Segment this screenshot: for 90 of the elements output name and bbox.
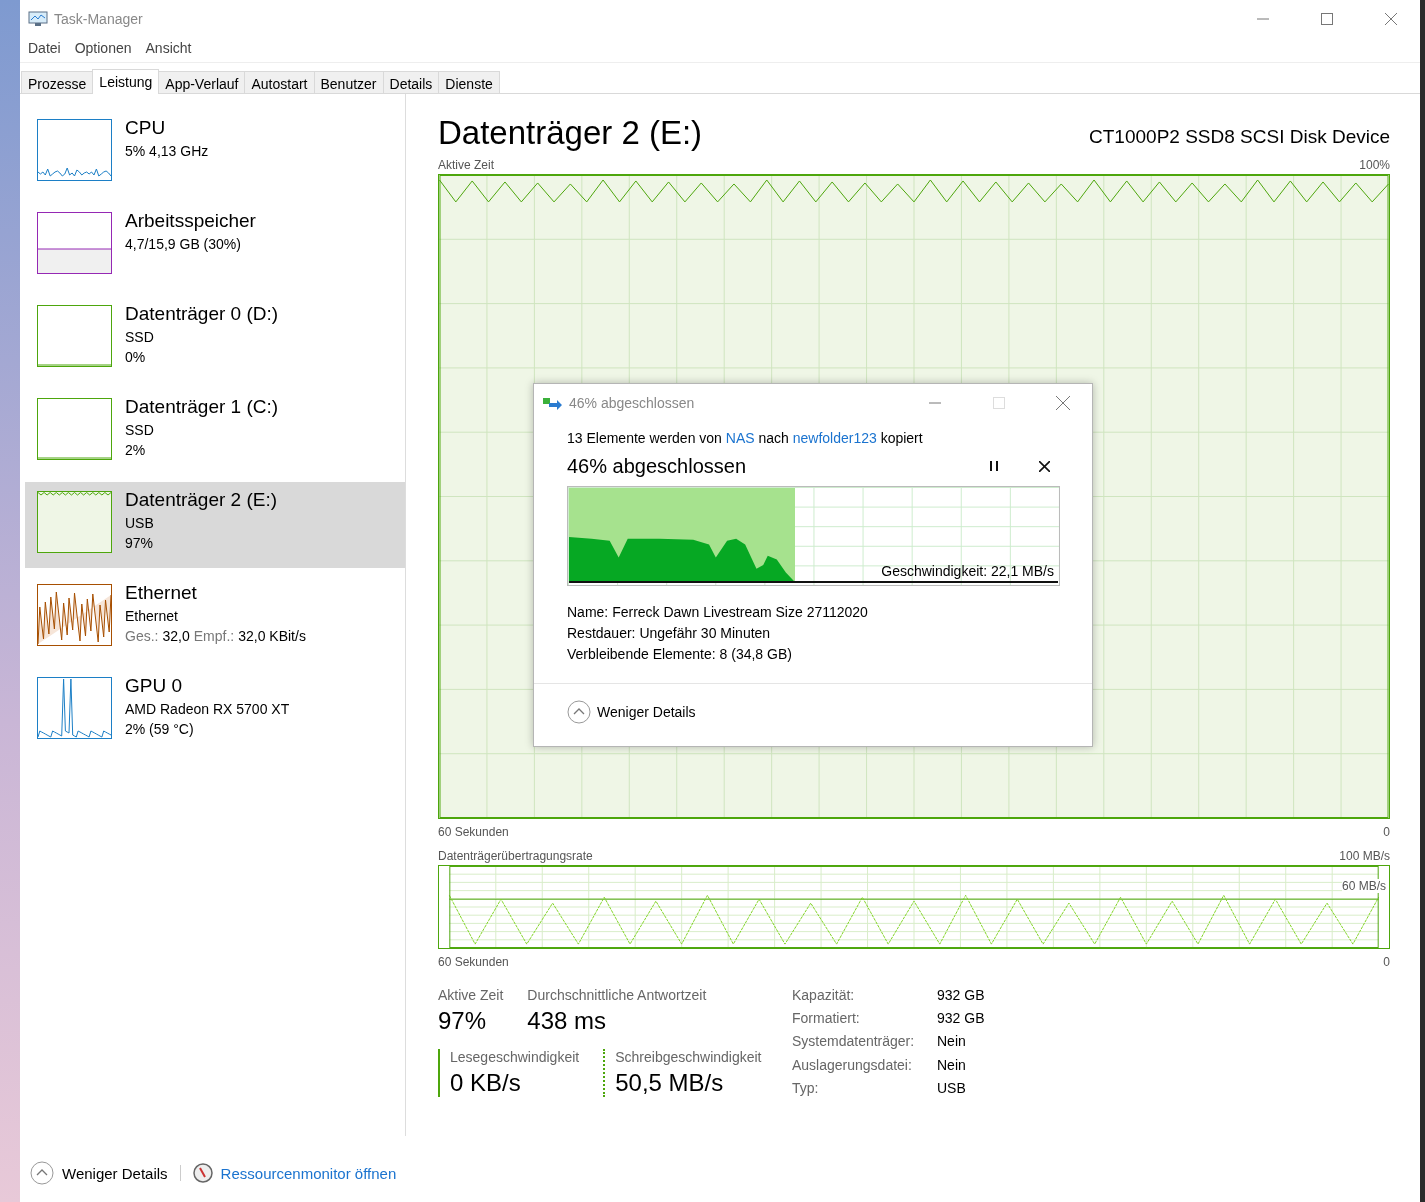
stat-label: Lesegeschwindigkeit (450, 1049, 580, 1065)
property-label: Kapazität: (792, 987, 856, 1005)
resource-value: 0% (125, 348, 146, 367)
resource-value: SSD (125, 328, 154, 347)
sidebar-item[interactable]: Arbeitsspeicher 4,7/15,9 GB (30%) (25, 203, 405, 289)
stat-value: 0 KB/s (450, 1069, 522, 1097)
sidebar-item[interactable]: Datenträger 0 (D:) SSD 0% (25, 296, 405, 382)
property-label: Formatiert: (792, 1010, 861, 1028)
tab[interactable]: Benutzer (313, 71, 384, 93)
disk-title: Datenträger 2 (E:) (438, 114, 703, 152)
stat-value: 97% (438, 1007, 488, 1035)
tab[interactable]: Details (382, 71, 440, 93)
copy-message: 13 Elemente werden von NAS nach newfolder123 kopiert (567, 430, 924, 446)
stat-label: Schreibgeschwindigkeit (615, 1049, 762, 1065)
property-label: Auslagerungsdatei: (792, 1056, 913, 1074)
detail-line: Verbleibende Elemente: 8 (34,8 GB) (567, 645, 793, 664)
tab[interactable]: Prozesse (21, 71, 94, 93)
resource-value: SSD (125, 421, 154, 440)
folder-link[interactable]: NAS (725, 430, 755, 446)
close-icon[interactable] (1038, 460, 1050, 472)
resource-name: GPU 0 (125, 675, 184, 697)
gauge-icon (192, 1163, 213, 1183)
fewer-details-link[interactable]: Weniger Details (62, 1164, 168, 1182)
graph-max-label: 100% (1359, 158, 1390, 174)
tab[interactable]: Leistung (92, 69, 160, 94)
chevron-up-icon[interactable] (567, 699, 591, 724)
resource-name: Ethernet (125, 582, 198, 604)
property-value: USB (937, 1079, 967, 1097)
resource-name: Datenträger 1 (C:) (125, 396, 279, 418)
resource-label: Empf.: (193, 627, 235, 646)
resource-name: Datenträger 2 (E:) (125, 489, 278, 511)
monitor-icon (28, 10, 48, 27)
resource-name: CPU (125, 117, 167, 139)
chevron-up-icon[interactable] (30, 1161, 54, 1185)
graph-max-label: 100 MB/s (1339, 849, 1390, 865)
resource-value: 2% (125, 441, 146, 460)
resource-monitor-link[interactable]: Ressourcenmonitor öffnen (220, 1164, 397, 1182)
stat-label: Aktive Zeit (438, 987, 504, 1003)
dialog-title: 46% abgeschlossen (569, 395, 696, 411)
speed-label: Geschwindigkeit: 22,1 MB/s (881, 563, 1054, 579)
graph-min-label: 0 (1383, 825, 1390, 841)
sidebar-item[interactable]: CPU 5% 4,13 GHz (25, 110, 405, 196)
resource-value: USB (125, 514, 154, 533)
resource-value: 97% (125, 534, 154, 553)
sidebar-item[interactable]: GPU 0 AMD Radeon RX 5700 XT 2% (59 °C) (25, 668, 405, 754)
property-label: Systemdatenträger: (792, 1033, 916, 1051)
stat-value: 50,5 MB/s (615, 1069, 725, 1097)
menu-item[interactable]: Datei (28, 40, 61, 59)
folder-link[interactable]: newfolder123 (792, 430, 877, 446)
property-value: 932 GB (937, 1010, 985, 1028)
resource-value: 5% 4,13 GHz (125, 142, 209, 161)
time-axis-label: 60 Sekunden (438, 825, 509, 841)
tab[interactable]: Autostart (244, 71, 315, 93)
resource-name: Datenträger 0 (D:) (125, 303, 279, 325)
property-value: Nein (937, 1056, 967, 1074)
property-value: Nein (937, 1033, 967, 1051)
sidebar-item[interactable]: Datenträger 1 (C:) SSD 2% (25, 389, 405, 475)
menu-item[interactable]: Ansicht (145, 40, 192, 59)
property-value: 932 GB (937, 987, 985, 1005)
menu-item[interactable]: Optionen (74, 40, 132, 59)
minimize-icon[interactable] (1257, 17, 1269, 20)
device-name: CT1000P2 SSD8 SCSI Disk Device (1089, 126, 1390, 149)
resource-value: 32,0 (162, 627, 190, 646)
sidebar-item[interactable]: Datenträger 2 (E:) USB 97% (25, 482, 405, 568)
maximize-icon[interactable] (1321, 12, 1333, 25)
stat-label: Durchschnittliche Antwortzeit (527, 987, 707, 1003)
stat-value: 438 ms (527, 1007, 608, 1035)
fewer-details-link[interactable]: Weniger Details (597, 703, 696, 720)
detail-line: Restdauer: Ungefähr 30 Minuten (567, 624, 772, 643)
copy-icon (543, 396, 563, 410)
progress-heading: 46% abgeschlossen (567, 454, 747, 478)
tab[interactable]: App-Verlauf (158, 71, 246, 93)
pause-icon[interactable] (989, 461, 999, 471)
graph-label: Datenträgerübertragungsrate (438, 849, 593, 865)
detail-line: Name: Ferreck Dawn Livestream Size 27112020 (567, 603, 869, 622)
graph-scale-label: 60 MB/s (1342, 879, 1386, 893)
window-title: Task-Manager (54, 10, 144, 27)
resource-name: Arbeitsspeicher (125, 210, 256, 232)
graph-label: Aktive Zeit (438, 158, 494, 174)
resource-value: 32,0 KBit/s (238, 627, 306, 646)
resource-value: 4,7/15,9 GB (30%) (125, 235, 241, 254)
sidebar-item[interactable]: Ethernet Ethernet Ges.: 32,0 Empf.: 32,0 KBit/s (25, 575, 405, 661)
resource-value: Ethernet (125, 607, 178, 626)
tab[interactable]: Dienste (438, 71, 500, 93)
resource-value: 2% (59 °C) (125, 720, 194, 739)
resource-value: AMD Radeon RX 5700 XT (125, 700, 290, 719)
time-axis-label: 60 Sekunden (438, 955, 509, 971)
resource-label: Ges.: (125, 627, 159, 646)
graph-min-label: 0 (1383, 955, 1390, 971)
property-label: Typ: (792, 1079, 820, 1097)
